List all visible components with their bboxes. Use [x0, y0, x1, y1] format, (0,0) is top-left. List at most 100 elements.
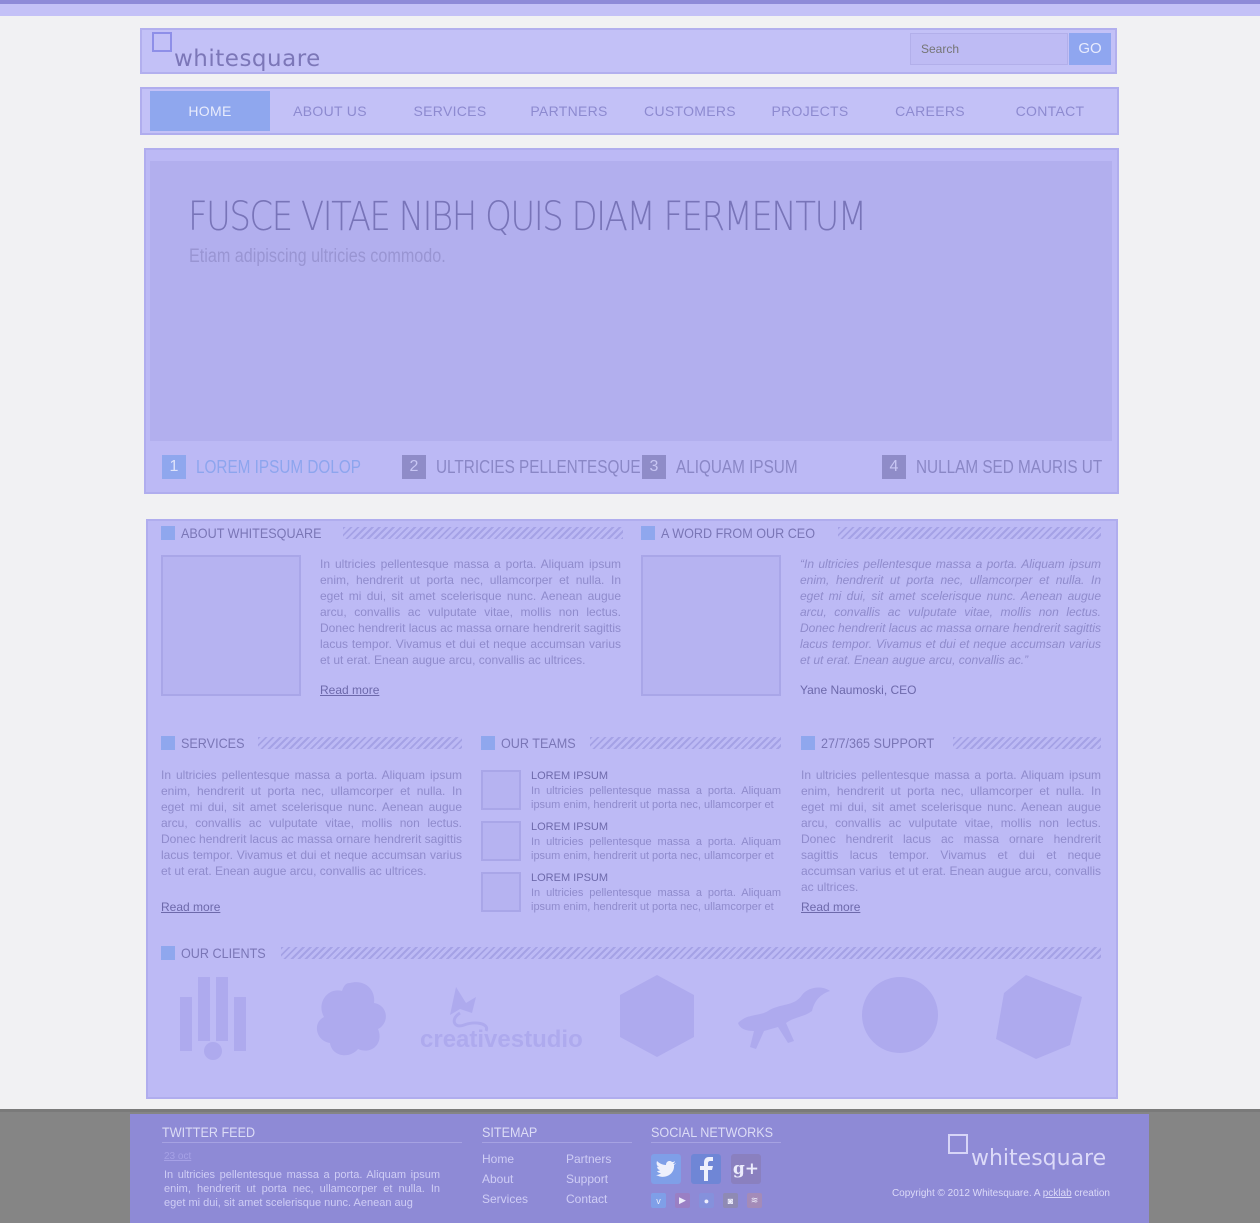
services-text: In ultricies pellentesque massa a porta.…: [161, 768, 462, 878]
nav-item-contact[interactable]: CONTACT: [990, 91, 1110, 131]
horse-logo-icon[interactable]: [728, 983, 832, 1053]
section-title: OUR CLIENTS: [181, 945, 266, 961]
youtube-icon[interactable]: ▶: [675, 1193, 690, 1208]
instagram-icon[interactable]: ◙: [723, 1193, 738, 1208]
copyright-prefix: Copyright © 2012 Whitesquare. A: [891, 1188, 1043, 1199]
footer-divider: [162, 1142, 462, 1143]
heading-stripes: [589, 737, 781, 749]
vimeo-icon[interactable]: v: [651, 1193, 666, 1208]
ceo-heading: A WORD FROM OUR CEO: [641, 525, 1101, 541]
logo-square-icon: [152, 32, 172, 52]
nav-item-services[interactable]: SERVICES: [390, 91, 510, 131]
sitemap-link-services[interactable]: Services: [482, 1192, 528, 1206]
team-item[interactable]: LOREM IPSUM In ultricies pellentesque ma…: [481, 872, 781, 916]
slide-tab-label: ALIQUAM IPSUM: [676, 456, 798, 477]
heading-square-icon: [161, 946, 175, 960]
team-thumbnail: [481, 821, 521, 861]
heading-square-icon: [801, 736, 815, 750]
heading-square-icon: [161, 526, 175, 540]
google-plus-icon[interactable]: g+: [731, 1154, 761, 1184]
slide-title: FUSCE VITAE NIBH QUIS DIAM FERMENTUM: [188, 194, 867, 240]
rss-icon[interactable]: ≋: [747, 1193, 762, 1208]
team-text: In ultricies pellentesque massa a porta.…: [531, 836, 781, 862]
tweet-text: In ultricies pellentesque massa a porta.…: [164, 1169, 440, 1209]
slide-tab-label: NULLAM SED MAURIS UT: [916, 456, 1103, 477]
tweet-date-link[interactable]: 23 oct: [164, 1151, 191, 1162]
nav-item-partners[interactable]: PARTNERS: [509, 91, 629, 131]
team-item[interactable]: LOREM IPSUM In ultricies pellentesque ma…: [481, 821, 781, 865]
flower-logo-icon[interactable]: [310, 977, 390, 1057]
sitemap-link-about[interactable]: About: [482, 1172, 513, 1186]
nav-item-careers[interactable]: CAREERS: [870, 91, 990, 131]
footer-divider: [651, 1142, 781, 1143]
team-thumbnail: [481, 770, 521, 810]
heading-square-icon: [641, 526, 655, 540]
hexagon-logo-icon[interactable]: [620, 975, 694, 1059]
diamond-logo-icon[interactable]: [996, 975, 1082, 1059]
team-text: In ultricies pellentesque massa a porta.…: [531, 785, 781, 811]
main-nav: HOME ABOUT US SERVICES PARTNERS CUSTOMER…: [140, 87, 1119, 135]
search-go-button[interactable]: GO: [1069, 33, 1111, 65]
section-title: SERVICES: [181, 735, 245, 751]
clients-heading: OUR CLIENTS: [161, 945, 1101, 961]
about-image: [161, 555, 301, 696]
services-read-more-link[interactable]: Read more: [161, 900, 220, 914]
slide-tab-3[interactable]: 3 ALIQUAM IPSUM: [642, 455, 819, 479]
logo[interactable]: whitesquare: [152, 32, 321, 72]
footer-logo-text: whitesquare: [971, 1146, 1107, 1171]
copyright: Copyright © 2012 Whitesquare. A pcklab c…: [890, 1188, 1110, 1199]
slide-tab-number: 2: [402, 455, 426, 479]
main-content: ABOUT WHITESQUARE In ultricies pellentes…: [146, 519, 1118, 1099]
top-bar: [0, 0, 1260, 16]
slide-subtitle: Etiam adipiscing ultricies commodo.: [189, 246, 446, 267]
sitemap-link-partners[interactable]: Partners: [566, 1152, 611, 1166]
circle-logo-icon[interactable]: [862, 977, 938, 1053]
nav-item-projects[interactable]: PROJECTS: [750, 91, 870, 131]
section-title: A WORD FROM OUR CEO: [661, 525, 816, 541]
team-item[interactable]: LOREM IPSUM In ultricies pellentesque ma…: [481, 770, 781, 814]
slide-tab-4[interactable]: 4 NULLAM SED MAURIS UT: [882, 455, 1135, 479]
about-read-more-link[interactable]: Read more: [320, 683, 379, 697]
flickr-icon[interactable]: ●: [699, 1193, 714, 1208]
slide-tab-number: 1: [162, 455, 186, 479]
creativestudio-logo-text: creativestudio: [420, 1026, 583, 1053]
slide-tab-label: ULTRICIES PELLENTESQUE: [436, 456, 641, 477]
footer: TWITTER FEED 23 oct In ultricies pellent…: [130, 1114, 1149, 1223]
footer-logo-square-icon: [948, 1134, 968, 1154]
slide-tab-number: 3: [642, 455, 666, 479]
twitter-icon[interactable]: [651, 1154, 681, 1184]
sitemap-link-support[interactable]: Support: [566, 1172, 608, 1186]
bars-logo-icon[interactable]: [180, 977, 246, 1061]
hero-slider: FUSCE VITAE NIBH QUIS DIAM FERMENTUM Eti…: [144, 148, 1119, 494]
facebook-icon[interactable]: [691, 1154, 721, 1184]
services-heading: SERVICES: [161, 735, 462, 751]
slide-tab-2[interactable]: 2 ULTRICIES PELLENTESQUE: [402, 455, 677, 479]
creativestudio-logo-icon[interactable]: creativestudio: [420, 983, 590, 1053]
support-read-more-link[interactable]: Read more: [801, 900, 860, 914]
sitemap-link-home[interactable]: Home: [482, 1152, 514, 1166]
heading-stripes: [952, 737, 1101, 749]
copyright-suffix: creation: [1071, 1188, 1110, 1199]
team-name: LOREM IPSUM: [531, 770, 609, 782]
footer-divider: [482, 1142, 632, 1143]
nav-item-home[interactable]: HOME: [150, 91, 270, 131]
heading-square-icon: [161, 736, 175, 750]
ceo-quote: “In ultricies pellentesque massa a porta…: [800, 557, 1101, 667]
slide-tab-label: LOREM IPSUM DOLOP: [196, 456, 361, 477]
logo-text: whitesquare: [174, 46, 321, 72]
clients-logos: creativestudio: [162, 973, 1102, 1063]
about-heading: ABOUT WHITESQUARE: [161, 525, 623, 541]
pcklab-link[interactable]: pcklab: [1043, 1188, 1072, 1199]
team-name: LOREM IPSUM: [531, 872, 609, 884]
sitemap-link-contact[interactable]: Contact: [566, 1192, 607, 1206]
section-title: 27/7/365 SUPPORT: [821, 735, 935, 751]
slide-tab-1[interactable]: 1 LOREM IPSUM DOLOP: [162, 455, 390, 479]
team-name: LOREM IPSUM: [531, 821, 609, 833]
team-thumbnail: [481, 872, 521, 912]
nav-item-about-us[interactable]: ABOUT US: [270, 91, 390, 131]
teams-heading: OUR TEAMS: [481, 735, 781, 751]
support-heading: 27/7/365 SUPPORT: [801, 735, 1101, 751]
heading-stripes: [838, 527, 1101, 539]
search-input[interactable]: [910, 33, 1068, 65]
nav-item-customers[interactable]: CUSTOMERS: [630, 91, 750, 131]
